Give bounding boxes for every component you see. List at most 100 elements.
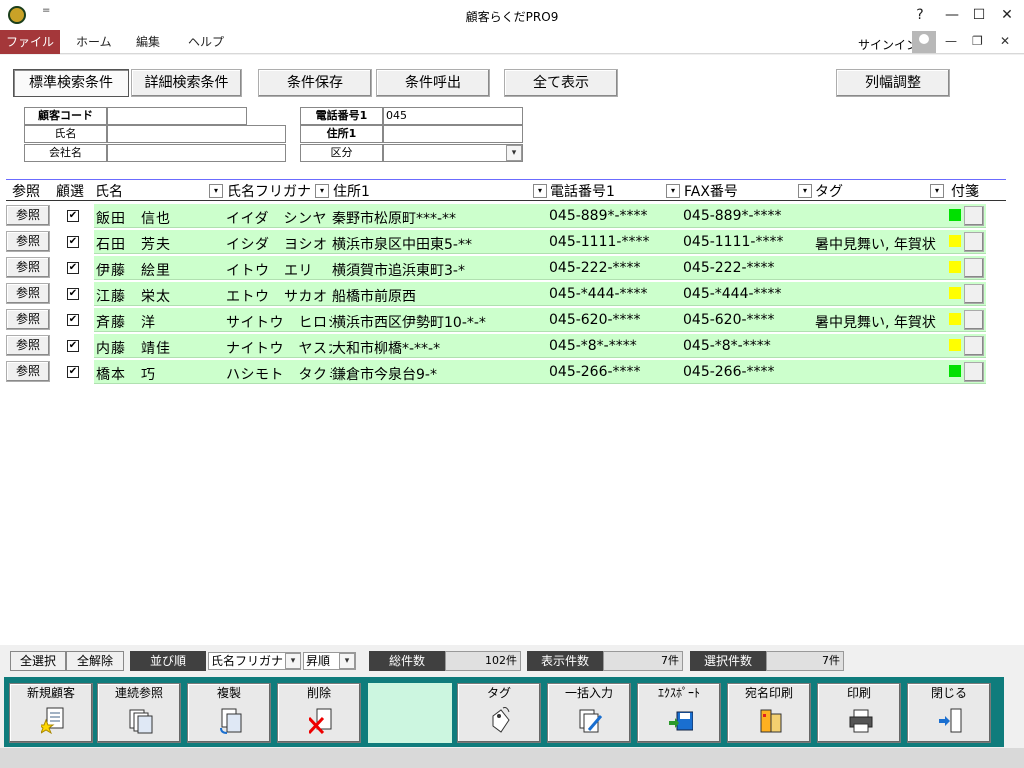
sticky-note-button[interactable] — [964, 232, 984, 252]
cell-fax: 045-222-**** — [683, 260, 775, 276]
category-select[interactable] — [383, 144, 523, 162]
address-print-button[interactable]: 宛名印刷 — [727, 683, 811, 743]
col-tag-filter-icon[interactable]: ▾ — [930, 184, 944, 198]
color-swatch — [949, 339, 961, 351]
color-swatch — [949, 235, 961, 247]
table-row[interactable]: 参照 ✔ 江藤 栄太 エトウ サカオ 船橋市前原西 045-*444-**** … — [6, 281, 986, 307]
printer-icon — [849, 709, 873, 733]
cell-address: 鎌倉市今泉台9-* — [332, 367, 437, 383]
select-checkbox[interactable]: ✔ — [67, 340, 79, 352]
export-button[interactable]: ｴｸｽﾎﾟｰﾄ — [637, 683, 721, 743]
print-button[interactable]: 印刷 — [817, 683, 901, 743]
tag-button[interactable]: タグ — [457, 683, 541, 743]
ref-button[interactable]: 参照 — [6, 231, 50, 252]
col-kana-header: 氏名フリガナ — [227, 184, 311, 200]
col-fax-filter-icon[interactable]: ▾ — [798, 184, 812, 198]
deselect-all-button[interactable]: 全解除 — [66, 651, 124, 671]
new-customer-button[interactable]: 新規顧客 — [9, 683, 93, 743]
duplicate-button[interactable]: 複製 — [187, 683, 271, 743]
table-row[interactable]: 参照 ✔ 内藤 靖佳 ナイトウ ヤスカ 大和市柳橋*-**-* 045-*8*-… — [6, 333, 986, 359]
cell-fax: 045-*444-**** — [683, 286, 782, 302]
cell-name: 橋本 巧 — [96, 367, 156, 383]
select-checkbox[interactable]: ✔ — [67, 236, 79, 248]
col-address-filter-icon[interactable]: ▾ — [533, 184, 547, 198]
ref-button[interactable]: 参照 — [6, 283, 50, 304]
address-print-label: 宛名印刷 — [744, 686, 793, 700]
delete-button[interactable]: 削除 — [277, 683, 361, 743]
sticky-note-button[interactable] — [964, 258, 984, 278]
close-window-button[interactable]: ✕ — [996, 4, 1018, 26]
phone-label: 電話番号1 — [300, 107, 383, 125]
col-kana-filter-icon[interactable]: ▾ — [315, 184, 329, 198]
table-row[interactable]: 参照 ✔ 斉藤 洋 サイトウ ヒロシ 横浜市西区伊勢町10-*-* 045-62… — [6, 307, 986, 333]
standard-search-button[interactable]: 標準検索条件 — [13, 69, 129, 97]
sticky-note-button[interactable] — [964, 284, 984, 304]
tab-home[interactable]: ホーム — [62, 30, 126, 54]
column-width-button[interactable]: 列幅調整 — [836, 69, 950, 97]
select-checkbox[interactable]: ✔ — [67, 262, 79, 274]
select-checkbox[interactable]: ✔ — [67, 366, 79, 378]
sticky-note-button[interactable] — [964, 310, 984, 330]
multi-document-icon — [129, 709, 153, 734]
name-input[interactable] — [107, 125, 286, 143]
select-checkbox[interactable]: ✔ — [67, 288, 79, 300]
sticky-note-button[interactable] — [964, 206, 984, 226]
new-customer-label: 新規顧客 — [26, 686, 75, 700]
tab-edit[interactable]: 編集 — [122, 30, 174, 54]
customer-code-input[interactable] — [107, 107, 247, 125]
customer-code-label: 顧客コード — [24, 107, 107, 125]
bulk-input-button[interactable]: 一括入力 — [547, 683, 631, 743]
tab-file[interactable]: ファイル — [0, 30, 60, 54]
category-dropdown-icon[interactable]: ▾ — [506, 145, 522, 161]
cell-name: 石田 芳夫 — [96, 237, 171, 253]
select-checkbox[interactable]: ✔ — [67, 314, 79, 326]
ref-button[interactable]: 参照 — [6, 257, 50, 278]
cell-tel: 045-222-**** — [549, 260, 641, 276]
col-name-header: 氏名 — [95, 184, 123, 200]
color-swatch — [949, 209, 961, 221]
cell-address: 横浜市西区伊勢町10-*-* — [332, 315, 486, 331]
duplicate-icon — [220, 708, 242, 734]
phone-input[interactable]: 045 — [383, 107, 523, 125]
ribbon-minimize-button[interactable]: — — [945, 34, 957, 48]
signin-link[interactable]: サインイン — [858, 36, 918, 53]
ribbon-close-button[interactable]: ✕ — [1000, 34, 1010, 48]
help-button[interactable]: ? — [909, 4, 931, 26]
col-tel-filter-icon[interactable]: ▾ — [666, 184, 680, 198]
table-row[interactable]: 参照 ✔ 石田 芳夫 イシダ ヨシオ 横浜市泉区中田東5-** 045-1111… — [6, 229, 986, 255]
col-ref-header: 参照 — [12, 184, 40, 200]
table-row[interactable]: 参照 ✔ 伊藤 絵里 イトウ エリ 横須賀市追浜東町3-* 045-222-**… — [6, 255, 986, 281]
col-name-filter-icon[interactable]: ▾ — [209, 184, 223, 198]
sort-order-dropdown-icon[interactable]: ▾ — [339, 653, 355, 669]
cell-tel: 045-620-**** — [549, 312, 641, 328]
maximize-button[interactable]: ☐ — [968, 4, 990, 26]
continuous-ref-button[interactable]: 連続参照 — [97, 683, 181, 743]
ribbon-restore-button[interactable]: ❐ — [972, 34, 983, 48]
ref-button[interactable]: 参照 — [6, 205, 50, 226]
recall-condition-button[interactable]: 条件呼出 — [376, 69, 490, 97]
sort-field-dropdown-icon[interactable]: ▾ — [285, 653, 301, 669]
sticky-note-button[interactable] — [964, 362, 984, 382]
select-all-button[interactable]: 全選択 — [10, 651, 66, 671]
address-input[interactable] — [383, 125, 523, 143]
cell-kana: サイトウ ヒロシ — [226, 315, 332, 331]
new-customer-icon — [41, 707, 64, 734]
total-count-value: 102件 — [445, 651, 521, 671]
ref-button[interactable]: 参照 — [6, 335, 50, 356]
company-input[interactable] — [107, 144, 286, 162]
show-all-button[interactable]: 全て表示 — [504, 69, 618, 97]
save-condition-button[interactable]: 条件保存 — [258, 69, 372, 97]
duplicate-label: 複製 — [216, 686, 241, 700]
sticky-note-button[interactable] — [964, 336, 984, 356]
close-button[interactable]: 閉じる — [907, 683, 991, 743]
ref-button[interactable]: 参照 — [6, 309, 50, 330]
avatar[interactable] — [912, 31, 936, 53]
table-row[interactable]: 参照 ✔ 橋本 巧 ハシモト タクミ 鎌倉市今泉台9-* 045-266-***… — [6, 359, 986, 385]
sort-label: 並び順 — [130, 651, 206, 671]
select-checkbox[interactable]: ✔ — [67, 210, 79, 222]
minimize-button[interactable]: — — [941, 4, 963, 26]
ref-button[interactable]: 参照 — [6, 361, 50, 382]
tab-help[interactable]: ヘルプ — [174, 30, 238, 54]
table-row[interactable]: 参照 ✔ 飯田 信也 イイダ シンヤ 秦野市松原町***-** 045-889*… — [6, 203, 986, 229]
detail-search-button[interactable]: 詳細検索条件 — [131, 69, 242, 97]
